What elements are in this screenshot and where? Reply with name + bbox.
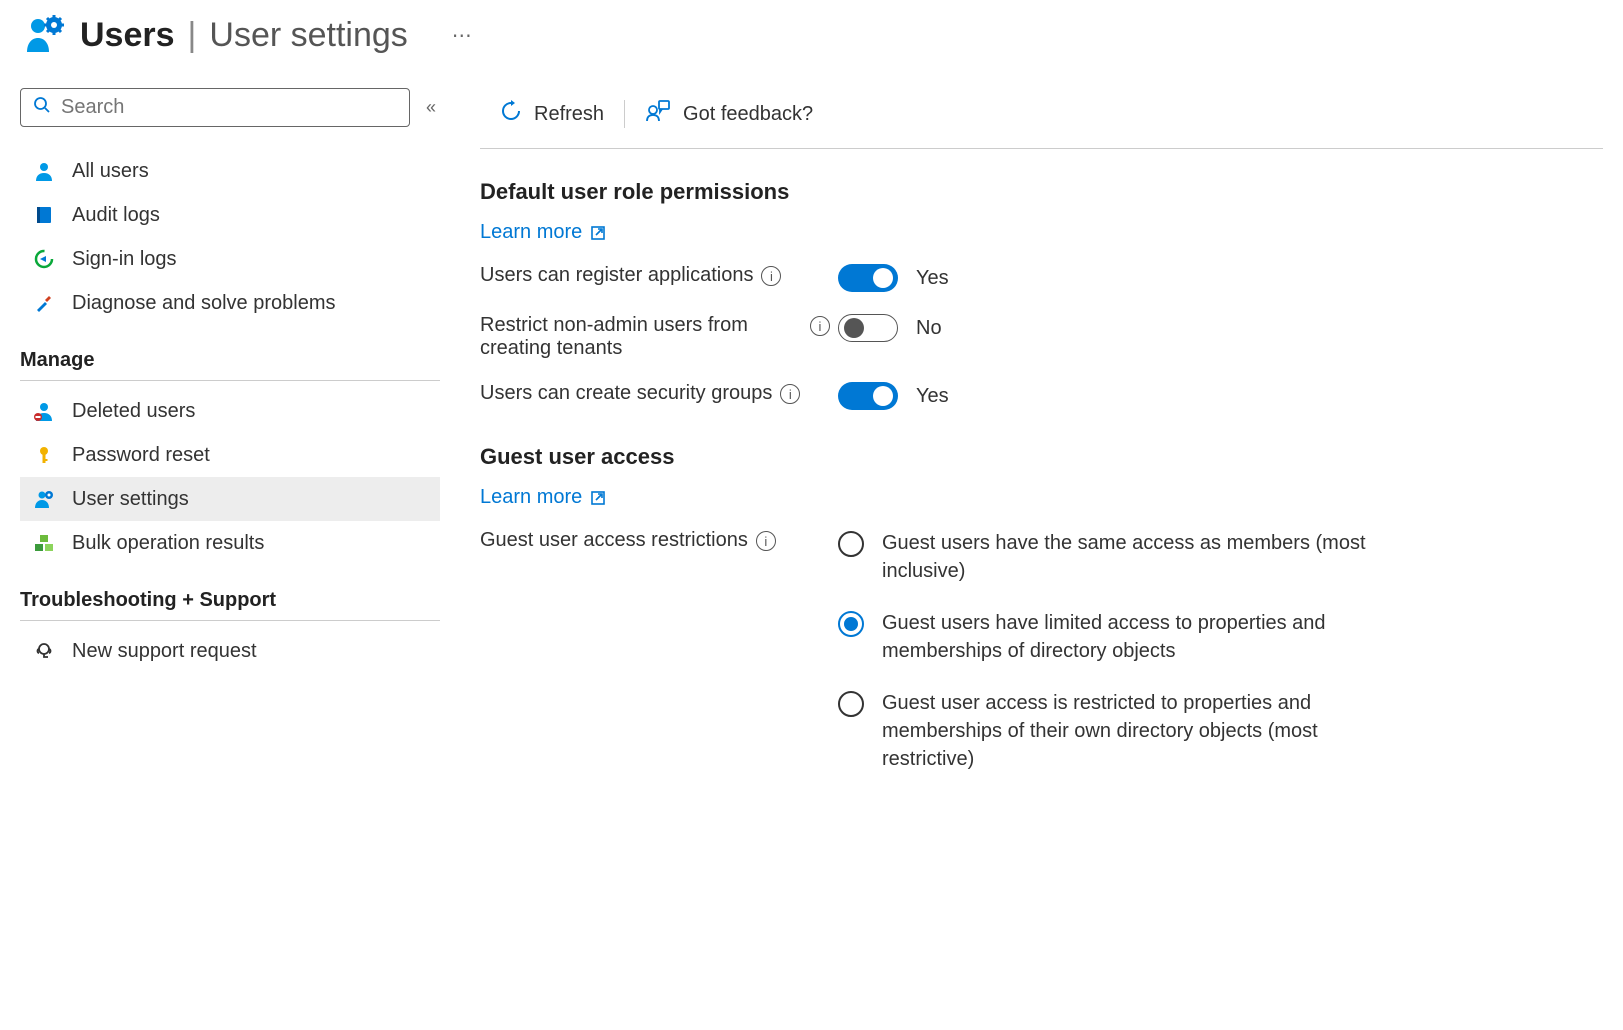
learn-more-label: Learn more xyxy=(480,486,582,509)
sidebar-section-support: Troubleshooting + Support xyxy=(20,565,440,621)
sidebar-section-manage: Manage xyxy=(20,325,440,381)
page-title-sub: User settings xyxy=(209,16,407,54)
section-heading: Guest user access xyxy=(480,444,1603,470)
feedback-icon xyxy=(645,100,671,128)
setting-restrict-tenants: Restrict non-admin users from creating t… xyxy=(480,314,1603,360)
toggle-create-groups[interactable] xyxy=(838,382,898,410)
sidebar-item-deleted-users[interactable]: Deleted users xyxy=(20,389,440,433)
radio-label: Guest users have limited access to prope… xyxy=(882,609,1402,665)
radio-icon[interactable] xyxy=(838,611,864,637)
sidebar-item-label: User settings xyxy=(72,488,189,511)
radio-icon[interactable] xyxy=(838,531,864,557)
user-settings-icon xyxy=(32,487,56,511)
setting-label: Users can create security groups xyxy=(480,382,772,405)
info-icon[interactable]: i xyxy=(810,316,830,336)
sidebar-item-label: All users xyxy=(72,160,149,183)
sidebar-item-new-support[interactable]: New support request xyxy=(20,629,440,673)
page-title: Users | User settings xyxy=(80,16,408,55)
collapse-sidebar-icon[interactable]: « xyxy=(422,93,440,122)
toggle-register-apps[interactable] xyxy=(838,264,898,292)
sidebar-item-label: Bulk operation results xyxy=(72,532,264,555)
toggle-restrict-tenants[interactable] xyxy=(838,314,898,342)
book-icon xyxy=(32,203,56,227)
learn-more-label: Learn more xyxy=(480,221,582,244)
sidebar-item-audit-logs[interactable]: Audit logs xyxy=(20,193,440,237)
support-icon xyxy=(32,639,56,663)
learn-more-link[interactable]: Learn more xyxy=(480,221,606,244)
radio-label: Guest user access is restricted to prope… xyxy=(882,689,1402,773)
nav-support: New support request xyxy=(20,629,440,673)
more-menu[interactable]: ⋯ xyxy=(452,23,472,48)
radio-icon[interactable] xyxy=(838,691,864,717)
sidebar-item-label: Diagnose and solve problems xyxy=(72,292,336,315)
external-link-icon xyxy=(590,490,606,506)
feedback-button[interactable]: Got feedback? xyxy=(625,96,833,132)
toolbar: Refresh Got feedback? xyxy=(480,96,1603,149)
toggle-label: Yes xyxy=(916,267,949,290)
sidebar-item-password-reset[interactable]: Password reset xyxy=(20,433,440,477)
setting-label: Restrict non-admin users from creating t… xyxy=(480,314,802,360)
radio-option-restrictive[interactable]: Guest user access is restricted to prope… xyxy=(838,689,1603,773)
refresh-button[interactable]: Refresh xyxy=(480,96,624,132)
user-deleted-icon xyxy=(32,399,56,423)
section-guest-access: Guest user access Learn more Guest user … xyxy=(480,444,1603,797)
tools-icon xyxy=(32,291,56,315)
setting-guest-restrictions: Guest user access restrictions i Guest u… xyxy=(480,529,1603,797)
radio-option-inclusive[interactable]: Guest users have the same access as memb… xyxy=(838,529,1603,585)
sidebar-item-label: Sign-in logs xyxy=(72,248,177,271)
sidebar-item-signin-logs[interactable]: Sign-in logs xyxy=(20,237,440,281)
key-icon xyxy=(32,443,56,467)
feedback-label: Got feedback? xyxy=(683,103,813,126)
radio-option-limited[interactable]: Guest users have limited access to prope… xyxy=(838,609,1603,665)
sidebar-item-diagnose[interactable]: Diagnose and solve problems xyxy=(20,281,440,325)
external-link-icon xyxy=(590,225,606,241)
setting-create-groups: Users can create security groups i Yes xyxy=(480,382,1603,410)
sidebar-item-all-users[interactable]: All users xyxy=(20,149,440,193)
sidebar: « All users Audit logs Sign-in logs Di xyxy=(20,88,440,797)
learn-more-link[interactable]: Learn more xyxy=(480,486,606,509)
section-default-permissions: Default user role permissions Learn more… xyxy=(480,179,1603,410)
blocks-icon xyxy=(32,531,56,555)
sidebar-item-label: Password reset xyxy=(72,444,210,467)
sidebar-search[interactable] xyxy=(20,88,410,127)
setting-label: Users can register applications xyxy=(480,264,753,287)
info-icon[interactable]: i xyxy=(780,384,800,404)
info-icon[interactable]: i xyxy=(756,531,776,551)
toggle-label: Yes xyxy=(916,385,949,408)
page-header: Users | User settings ⋯ xyxy=(20,12,1603,58)
toggle-label: No xyxy=(916,317,942,340)
setting-label: Guest user access restrictions xyxy=(480,529,748,552)
refresh-icon xyxy=(500,100,522,128)
user-icon xyxy=(32,159,56,183)
page-title-main: Users xyxy=(80,16,175,54)
sidebar-item-bulk-results[interactable]: Bulk operation results xyxy=(20,521,440,565)
radio-label: Guest users have the same access as memb… xyxy=(882,529,1402,585)
sidebar-item-label: Deleted users xyxy=(72,400,195,423)
sidebar-item-label: New support request xyxy=(72,640,257,663)
info-icon[interactable]: i xyxy=(761,266,781,286)
section-heading: Default user role permissions xyxy=(480,179,1603,205)
page-title-sep: | xyxy=(188,16,197,54)
setting-register-apps: Users can register applications i Yes xyxy=(480,264,1603,292)
nav-top: All users Audit logs Sign-in logs Diagno… xyxy=(20,149,440,325)
refresh-label: Refresh xyxy=(534,103,604,126)
sidebar-item-user-settings[interactable]: User settings xyxy=(20,477,440,521)
signin-icon xyxy=(32,247,56,271)
search-input[interactable] xyxy=(61,96,397,119)
search-icon xyxy=(33,96,51,119)
sidebar-item-label: Audit logs xyxy=(72,204,160,227)
nav-manage: Deleted users Password reset User settin… xyxy=(20,389,440,565)
users-gear-icon xyxy=(20,12,66,58)
main-content: Refresh Got feedback? Default user role … xyxy=(480,88,1603,797)
